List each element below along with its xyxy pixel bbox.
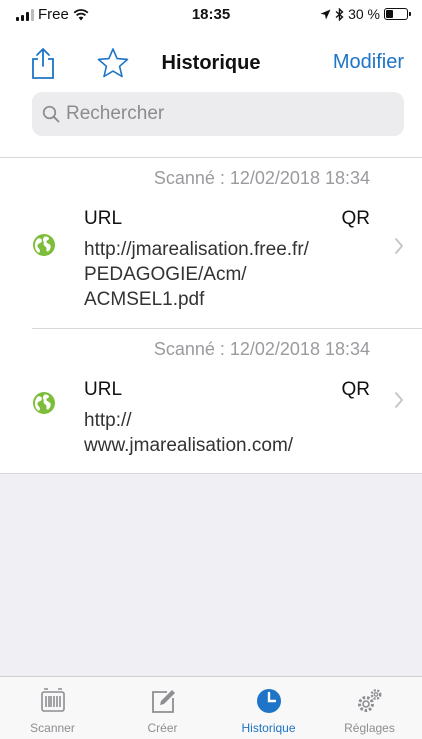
history-item[interactable]: Scanné : 12/02/2018 18:34 URL QR http://… xyxy=(0,158,422,328)
tab-label: Réglages xyxy=(344,721,395,735)
item-format: QR xyxy=(341,208,371,229)
globe-icon xyxy=(33,234,55,256)
battery-percentage: 30 % xyxy=(348,6,380,22)
status-right: 30 % xyxy=(320,6,411,22)
battery-icon xyxy=(384,8,411,20)
status-bar: Free 18:35 30 % xyxy=(0,0,422,30)
location-arrow-icon xyxy=(320,9,331,19)
url-line: ACMSEL1.pdf xyxy=(84,289,205,310)
scan-date: Scanné : 12/02/2018 18:34 xyxy=(153,339,370,359)
item-format: QR xyxy=(341,379,371,400)
item-url: http://jmarealisation.free.fr/ PEDAGOGIE… xyxy=(84,237,384,312)
battery-level xyxy=(386,10,393,18)
url-line: www.jmarealisation.com/ xyxy=(84,435,294,456)
empty-list-area xyxy=(0,474,422,676)
barcode-scanner-icon xyxy=(40,688,65,712)
tab-scanner[interactable]: Scanner xyxy=(0,677,105,739)
search-input[interactable] xyxy=(66,103,366,125)
bluetooth-icon xyxy=(335,7,344,21)
search-icon xyxy=(42,105,60,123)
scan-date: Scanné : 12/02/2018 18:34 xyxy=(153,168,370,188)
globe-icon xyxy=(33,392,55,414)
tab-label: Créer xyxy=(147,721,178,735)
tab-label: Scanner xyxy=(30,721,75,735)
item-type: URL xyxy=(84,208,123,229)
tab-bar: Scanner Créer Historique Réglages xyxy=(0,676,422,739)
history-item[interactable]: Scanné : 12/02/2018 18:34 URL QR http://… xyxy=(0,329,422,474)
item-type: URL xyxy=(84,379,123,400)
url-line: http:// xyxy=(84,410,132,431)
tab-reglages[interactable]: Réglages xyxy=(317,677,422,739)
edit-icon xyxy=(151,690,175,713)
clock-icon xyxy=(256,689,281,713)
gears-icon xyxy=(357,689,381,712)
chevron-right-icon xyxy=(395,392,403,408)
tab-historique[interactable]: Historique xyxy=(216,677,321,739)
chevron-right-icon xyxy=(395,238,403,254)
url-line: http://jmarealisation.free.fr/ xyxy=(84,239,309,260)
search-bar[interactable] xyxy=(32,92,404,136)
navigation-bar: Historique Modifier xyxy=(0,36,422,90)
tab-creer[interactable]: Créer xyxy=(110,677,215,739)
tab-label: Historique xyxy=(241,721,296,735)
url-line: PEDAGOGIE/Acm/ xyxy=(84,264,247,285)
item-url: http:// www.jmarealisation.com/ xyxy=(84,408,384,458)
edit-button[interactable]: Modifier xyxy=(333,51,404,74)
